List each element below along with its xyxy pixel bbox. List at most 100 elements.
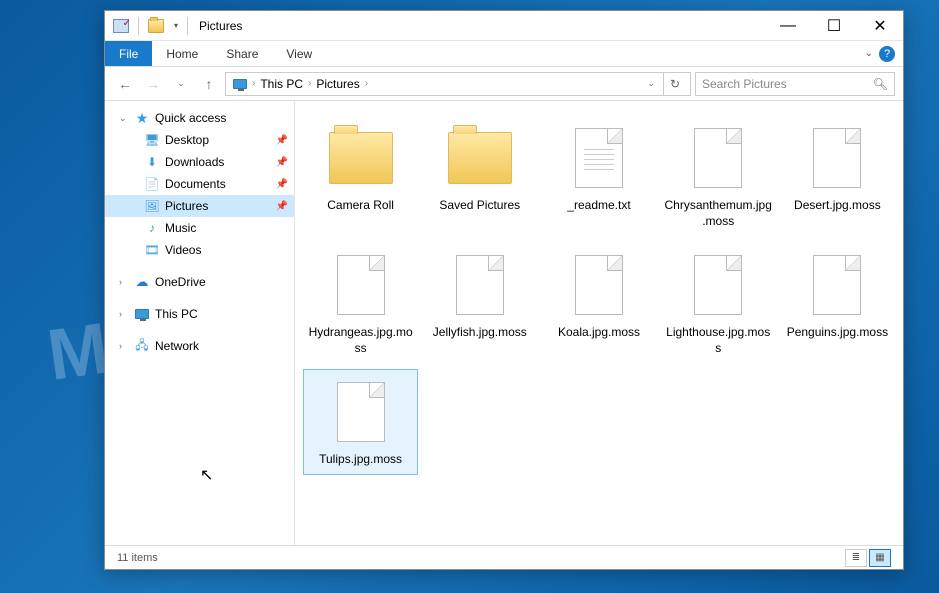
search-placeholder: Search Pictures [702, 77, 787, 91]
file-item[interactable]: Desert.jpg.moss [780, 115, 895, 236]
file-item[interactable]: Lighthouse.jpg.moss [661, 242, 776, 363]
sidebar-item-desktop[interactable]: 🖥 Desktop 📌 [105, 129, 294, 151]
sidebar-item-label: Quick access [155, 111, 288, 125]
file-icon [694, 255, 742, 315]
item-name-label: Hydrangeas.jpg.moss [306, 325, 415, 356]
ribbon-right: ⌄ ? [865, 41, 903, 66]
file-item[interactable]: Koala.jpg.moss [541, 242, 656, 363]
text-file-icon [575, 128, 623, 188]
body-area: ⌄ ★ Quick access 🖥Desktop📌⬇Downloads📌📄Do… [105, 101, 903, 545]
window-title: Pictures [195, 19, 242, 33]
downloads-icon: ⬇ [143, 155, 161, 169]
sidebar-item-label: This PC [155, 307, 288, 321]
network-icon: 🖧 [133, 336, 151, 357]
view-switcher: ≣ ▦ [845, 549, 891, 567]
item-count-label: 11 items [117, 552, 158, 564]
pin-icon: 📌 [276, 135, 288, 146]
refresh-button[interactable]: ↻ [663, 73, 686, 95]
sidebar-onedrive[interactable]: › ☁ OneDrive [105, 271, 294, 293]
folder-item[interactable]: Camera Roll [303, 115, 418, 236]
sidebar-this-pc[interactable]: › This PC [105, 303, 294, 325]
videos-icon: 🎞 [143, 243, 161, 257]
breadcrumb-pictures[interactable]: Pictures [313, 77, 362, 91]
ribbon-tab-share[interactable]: Share [212, 41, 272, 66]
ribbon-tab-home[interactable]: Home [152, 41, 212, 66]
chevron-right-icon[interactable]: › [363, 78, 370, 89]
sidebar-item-label: OneDrive [155, 275, 288, 289]
window-controls: — ☐ ✕ [765, 11, 903, 41]
sidebar-item-documents[interactable]: 📄Documents📌 [105, 173, 294, 195]
chevron-right-icon[interactable]: › [119, 277, 129, 287]
sidebar-item-label: Network [155, 339, 288, 353]
file-item[interactable]: Tulips.jpg.moss [303, 369, 418, 475]
folder-icon [329, 132, 393, 184]
sidebar-item-music[interactable]: ♪Music [105, 217, 294, 239]
ribbon-tab-file[interactable]: File [105, 41, 152, 66]
chevron-down-icon[interactable]: ⌄ [119, 113, 129, 124]
qat-properties-icon[interactable] [109, 15, 133, 37]
file-item[interactable]: Penguins.jpg.moss [780, 242, 895, 363]
item-name-label: Saved Pictures [439, 198, 520, 214]
desktop-icon: 🖥 [143, 133, 161, 147]
search-input[interactable]: Search Pictures 🔍︎ [695, 72, 895, 96]
chevron-right-icon[interactable]: › [306, 78, 313, 89]
forward-button[interactable]: → [141, 72, 165, 96]
sidebar-network[interactable]: › 🖧 Network [105, 335, 294, 357]
close-button[interactable]: ✕ [857, 11, 903, 41]
recent-locations-icon[interactable]: ⌄ [169, 72, 193, 96]
sidebar-item-pictures[interactable]: 🖼Pictures📌 [105, 195, 294, 217]
sidebar-item-label: Desktop [165, 133, 272, 147]
music-icon: ♪ [143, 221, 161, 235]
qat-dropdown-icon[interactable]: ▾ [170, 21, 182, 30]
file-item[interactable]: Chrysanthemum.jpg.moss [661, 115, 776, 236]
cloud-icon: ☁ [133, 274, 151, 290]
address-bar-row: ← → ⌄ ↑ › This PC › Pictures › ⌄ ↻ Searc… [105, 67, 903, 101]
explorer-window: ▾ Pictures — ☐ ✕ File Home Share View ⌄ … [104, 10, 904, 570]
search-icon[interactable]: 🔍︎ [873, 77, 888, 91]
sidebar-quick-access[interactable]: ⌄ ★ Quick access [105, 107, 294, 129]
item-name-label: Koala.jpg.moss [558, 325, 640, 341]
item-name-label: Camera Roll [327, 198, 394, 214]
folder-item[interactable]: Saved Pictures [422, 115, 537, 236]
details-view-button[interactable]: ≣ [845, 549, 867, 567]
sidebar-item-label: Videos [165, 243, 288, 257]
sidebar-item-downloads[interactable]: ⬇Downloads📌 [105, 151, 294, 173]
qat-folder-icon[interactable] [144, 15, 168, 37]
item-name-label: Desert.jpg.moss [794, 198, 881, 214]
pictures-icon: 🖼 [143, 199, 161, 213]
address-dropdown-icon[interactable]: ⌄ [643, 78, 659, 89]
pin-icon: 📌 [276, 157, 288, 168]
crumb-root-icon[interactable] [230, 79, 250, 89]
sidebar-item-videos[interactable]: 🎞 Videos [105, 239, 294, 261]
maximize-button[interactable]: ☐ [811, 11, 857, 41]
ribbon-expand-icon[interactable]: ⌄ [865, 48, 873, 59]
file-item[interactable]: _readme.txt [541, 115, 656, 236]
pin-icon: 📌 [276, 179, 288, 190]
chevron-right-icon[interactable]: › [119, 341, 129, 351]
large-icons-view-button[interactable]: ▦ [869, 549, 891, 567]
item-name-label: Jellyfish.jpg.moss [433, 325, 527, 341]
qat-separator [187, 17, 188, 35]
minimize-button[interactable]: — [765, 11, 811, 41]
file-item[interactable]: Jellyfish.jpg.moss [422, 242, 537, 363]
breadcrumb-this-pc[interactable]: This PC [257, 77, 306, 91]
back-button[interactable]: ← [113, 72, 137, 96]
chevron-right-icon[interactable]: › [250, 78, 257, 89]
up-button[interactable]: ↑ [197, 72, 221, 96]
file-icon [575, 255, 623, 315]
file-icon [813, 255, 861, 315]
items-view[interactable]: Camera Roll Saved Pictures _readme.txt Chry… [295, 101, 903, 545]
item-name-label: Lighthouse.jpg.moss [664, 325, 773, 356]
file-item[interactable]: Hydrangeas.jpg.moss [303, 242, 418, 363]
qat-separator [138, 17, 139, 35]
address-bar[interactable]: › This PC › Pictures › ⌄ ↻ [225, 72, 691, 96]
item-name-label: _readme.txt [567, 198, 630, 214]
item-name-label: Tulips.jpg.moss [319, 452, 402, 468]
documents-icon: 📄 [143, 177, 161, 191]
item-name-label: Penguins.jpg.moss [787, 325, 888, 341]
help-icon[interactable]: ? [879, 46, 895, 62]
quick-access-toolbar: ▾ [105, 15, 195, 37]
ribbon-tab-view[interactable]: View [272, 41, 326, 66]
titlebar: ▾ Pictures — ☐ ✕ [105, 11, 903, 41]
chevron-right-icon[interactable]: › [119, 309, 129, 319]
